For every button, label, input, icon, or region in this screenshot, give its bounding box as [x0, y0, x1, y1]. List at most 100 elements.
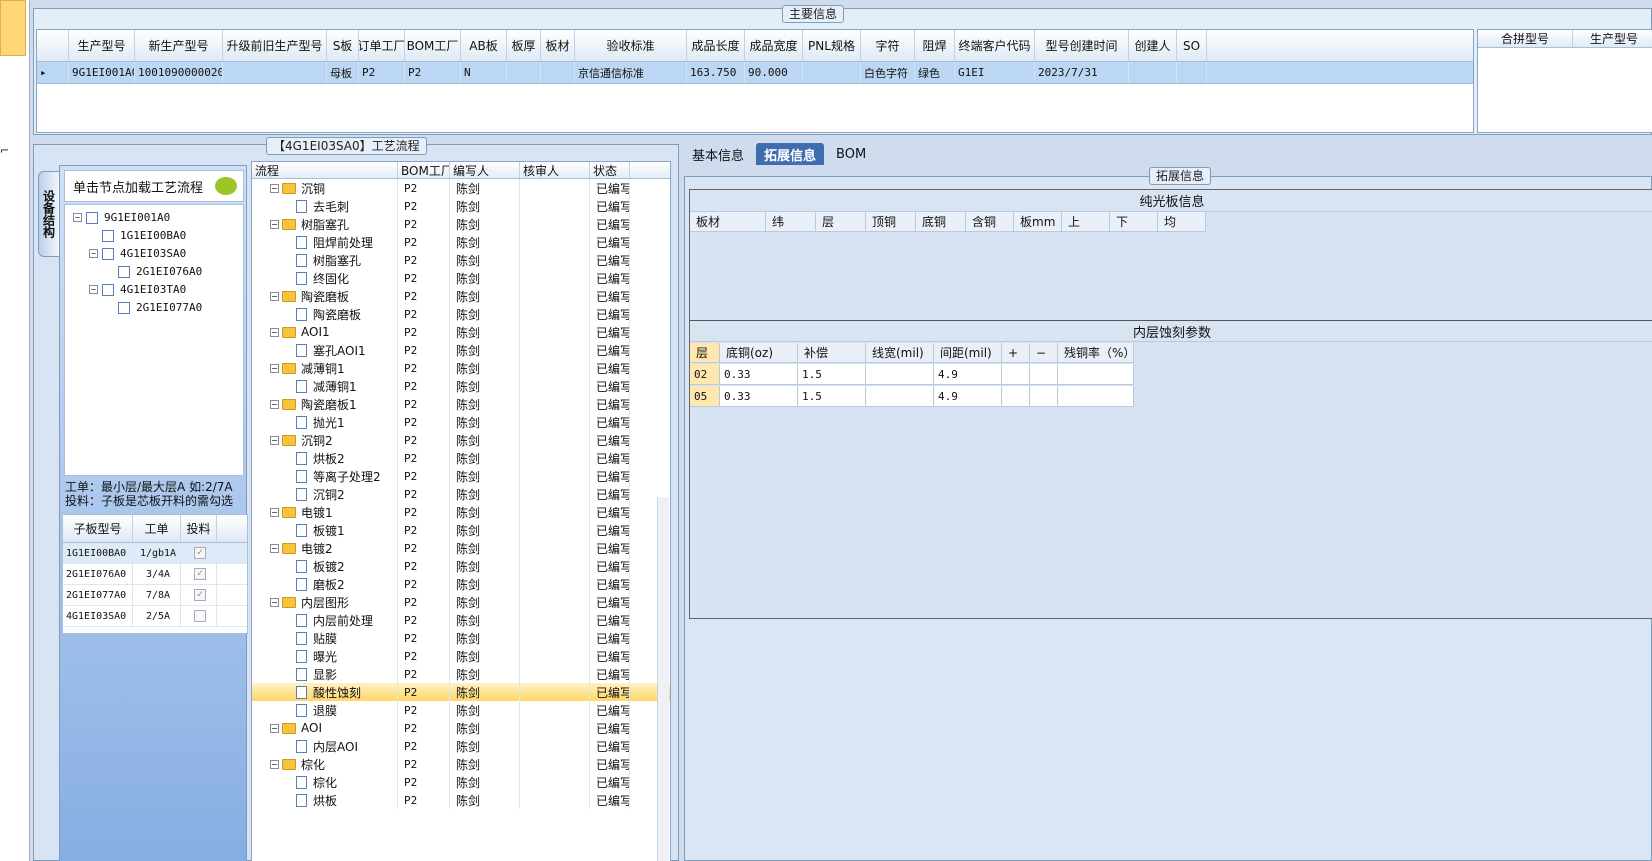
table-cell[interactable]	[1177, 62, 1207, 83]
table-cell[interactable]: 1.5	[798, 364, 866, 385]
table-cell[interactable]: 1.5	[798, 386, 866, 407]
flow-name-cell[interactable]: − 树脂塞孔	[252, 215, 398, 233]
tab-bom[interactable]: BOM	[828, 143, 874, 165]
column-header[interactable]: 字符	[861, 30, 915, 61]
flow-row[interactable]: − 电镀2 P2 陈剑 已编写	[252, 539, 670, 557]
column-header[interactable]: 投料	[181, 515, 217, 542]
flow-row[interactable]: 显影 P2 陈剑 已编写	[252, 665, 670, 683]
column-header[interactable]: 生产型号	[69, 30, 135, 61]
column-header[interactable]: BOM工厂	[398, 162, 450, 178]
table-cell[interactable]	[541, 62, 575, 83]
collapse-toggle-icon[interactable]: −	[270, 759, 279, 769]
column-header[interactable]: 板mm	[1014, 212, 1062, 232]
table-cell[interactable]: 163.750	[687, 62, 745, 83]
flow-row[interactable]: 板镀2 P2 陈剑 已编写	[252, 557, 670, 575]
column-header[interactable]: 纬	[766, 212, 816, 232]
tree-node[interactable]: 1G1EI00BA0	[89, 227, 186, 244]
table-cell[interactable]: P2	[359, 62, 405, 83]
table-row[interactable]: 2G1EI077A0 7/8A ✓	[63, 585, 247, 606]
flow-name-cell[interactable]: 去毛刺	[252, 197, 398, 215]
column-header[interactable]: 板材	[541, 30, 575, 61]
sub-model-cell[interactable]: 2G1EI076A0	[63, 564, 133, 584]
column-header[interactable]: 底铜(oz)	[720, 343, 798, 363]
flow-row[interactable]: 贴膜 P2 陈剑 已编写	[252, 629, 670, 647]
flow-row[interactable]: − 内层图形 P2 陈剑 已编写	[252, 593, 670, 611]
column-header[interactable]: 板厚	[507, 30, 541, 61]
collapse-toggle-icon[interactable]: −	[270, 597, 279, 607]
collapse-toggle-icon[interactable]: −	[270, 507, 279, 517]
flow-row[interactable]: 终固化 P2 陈剑 已编写	[252, 269, 670, 287]
structure-tree[interactable]: − 9G1EI001A0 1G1EI00BA0 − 4G1EI03SA0 2G1EI076…	[64, 204, 244, 476]
flow-name-cell[interactable]: 阻焊前处理	[252, 233, 398, 251]
table-cell[interactable]: 90.000	[745, 62, 803, 83]
flow-name-cell[interactable]: 曝光	[252, 647, 398, 665]
flow-row[interactable]: − 棕化 P2 陈剑 已编写	[252, 755, 670, 773]
column-header[interactable]: 成品长度	[687, 30, 745, 61]
sub-order-cell[interactable]: 1/gb1A	[133, 543, 181, 563]
column-header[interactable]: 顶铜	[866, 212, 916, 232]
column-header[interactable]: 下	[1110, 212, 1158, 232]
flow-name-cell[interactable]: 塞孔AOI1	[252, 341, 398, 359]
flow-name-cell[interactable]: 等离子处理2	[252, 467, 398, 485]
column-header[interactable]: 订单工厂	[359, 30, 405, 61]
column-header[interactable]: 板材	[690, 212, 766, 232]
flow-name-cell[interactable]: 显影	[252, 665, 398, 683]
flow-name-cell[interactable]: 减薄铜1	[252, 377, 398, 395]
column-header[interactable]: 流程	[252, 162, 398, 178]
table-cell[interactable]	[507, 62, 541, 83]
feed-checkbox[interactable]: ✓	[194, 568, 206, 580]
flow-name-cell[interactable]: 内层AOI	[252, 737, 398, 755]
table-cell[interactable]: 05	[690, 386, 720, 407]
tree-node[interactable]: − 4G1EI03SA0	[89, 245, 186, 262]
table-cell[interactable]	[1129, 62, 1177, 83]
table-cell[interactable]: 02	[690, 364, 720, 385]
flow-name-cell[interactable]: − 棕化	[252, 755, 398, 773]
table-cell[interactable]	[1002, 364, 1030, 385]
collapse-toggle-icon[interactable]: −	[270, 435, 279, 445]
flow-name-cell[interactable]: 烘板	[252, 791, 398, 809]
collapse-toggle-icon[interactable]: −	[270, 219, 279, 229]
flow-name-cell[interactable]: 贴膜	[252, 629, 398, 647]
table-row[interactable]: 1G1EI00BA0 1/gb1A ✓	[63, 543, 247, 564]
flow-grid[interactable]: 流程 BOM工厂 编写人 核审人 状态 − 沉铜 P2 陈剑 已编写 去毛刺 P2 陈剑 已编写 − 树脂塞…	[251, 161, 671, 861]
column-header[interactable]: AB板	[461, 30, 507, 61]
flow-name-cell[interactable]: 内层前处理	[252, 611, 398, 629]
flow-name-cell[interactable]: − 减薄铜1	[252, 359, 398, 377]
flow-name-cell[interactable]: − 陶瓷磨板1	[252, 395, 398, 413]
table-row[interactable]: ▸ 9G1EI001A0 10010900000205 母板 P2 P2 N 京信通信标准 16…	[37, 62, 1473, 84]
collapse-toggle-icon[interactable]: −	[270, 543, 279, 553]
column-header[interactable]: 新生产型号	[135, 30, 223, 61]
table-row[interactable]: 2G1EI076A0 3/4A ✓	[63, 564, 247, 585]
table-cell[interactable]	[1030, 364, 1058, 385]
flow-name-cell[interactable]: 沉铜2	[252, 485, 398, 503]
flow-row[interactable]: 棕化 P2 陈剑 已编写	[252, 773, 670, 791]
column-header[interactable]: 含铜	[966, 212, 1014, 232]
flow-row[interactable]: − 陶瓷磨板 P2 陈剑 已编写	[252, 287, 670, 305]
flow-name-cell[interactable]: 板镀1	[252, 521, 398, 539]
tree-node[interactable]: − 9G1EI001A0	[73, 209, 170, 226]
sub-order-cell[interactable]: 7/8A	[133, 585, 181, 605]
flow-row[interactable]: − 沉铜 P2 陈剑 已编写	[252, 179, 670, 197]
feed-checkbox[interactable]: ✓	[194, 547, 206, 559]
feed-checkbox-cell[interactable]: ✓	[181, 564, 217, 584]
flow-row[interactable]: 内层AOI P2 陈剑 已编写	[252, 737, 670, 755]
tree-node[interactable]: − 4G1EI03TA0	[89, 281, 186, 298]
table-cell[interactable]	[866, 364, 934, 385]
feed-checkbox-cell[interactable]	[181, 606, 217, 626]
flow-name-cell[interactable]: − 电镀1	[252, 503, 398, 521]
table-row[interactable]: 05 0.33 1.5 4.9	[690, 386, 1134, 407]
table-cell[interactable]: 4.9	[934, 386, 1002, 407]
column-header[interactable]: 补偿	[798, 343, 866, 363]
table-cell[interactable]: 4.9	[934, 364, 1002, 385]
column-header[interactable]: 工单	[133, 515, 181, 542]
flow-name-cell[interactable]: 陶瓷磨板	[252, 305, 398, 323]
flow-row[interactable]: 去毛刺 P2 陈剑 已编写	[252, 197, 670, 215]
flow-row[interactable]: − 树脂塞孔 P2 陈剑 已编写	[252, 215, 670, 233]
tree-node[interactable]: 2G1EI077A0	[105, 299, 202, 316]
column-header[interactable]: 终端客户代码	[955, 30, 1035, 61]
flow-row[interactable]: 减薄铜1 P2 陈剑 已编写	[252, 377, 670, 395]
table-cell[interactable]: N	[461, 62, 507, 83]
flow-name-cell[interactable]: 树脂塞孔	[252, 251, 398, 269]
flow-row[interactable]: 阻焊前处理 P2 陈剑 已编写	[252, 233, 670, 251]
flow-name-cell[interactable]: 酸性蚀刻	[252, 683, 398, 701]
